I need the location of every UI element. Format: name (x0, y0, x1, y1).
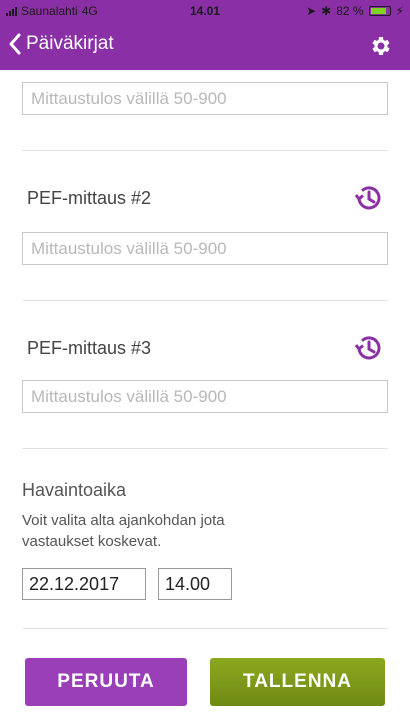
measurement-label-2: PEF-mittaus #2 (27, 188, 152, 208)
status-right: ➤ ✱ 82 % ⚡ (306, 4, 404, 18)
cancel-button[interactable]: PERUUTA (25, 658, 187, 706)
battery-percent: 82 % (336, 4, 364, 18)
chevron-left-icon (9, 33, 21, 55)
history-icon[interactable] (352, 182, 384, 214)
back-button[interactable]: Päiväkirjat (8, 32, 114, 56)
divider (22, 628, 388, 629)
location-icon: ➤ (306, 4, 317, 18)
bluetooth-icon: ✱ (321, 4, 332, 18)
gear-icon[interactable] (368, 34, 392, 58)
form-content: PEF-mittaus #2 PEF-mittaus #3 Havaintoai… (0, 70, 410, 728)
observation-title: Havaintoaika (22, 480, 127, 500)
divider (22, 448, 388, 449)
observation-description: Voit valita alta ajankohdan jota vastauk… (22, 512, 225, 550)
nav-bar: Päiväkirjat (0, 22, 410, 70)
measurement-input-3[interactable] (22, 380, 388, 413)
divider (22, 300, 388, 301)
save-button[interactable]: TALLENNA (210, 658, 385, 706)
date-input[interactable] (22, 568, 146, 600)
back-button-label: Päiväkirjat (26, 33, 114, 54)
status-bar: Saunalahti 4G 14.01 ➤ ✱ 82 % ⚡ (0, 0, 410, 22)
history-icon[interactable] (352, 332, 384, 364)
measurement-input-1[interactable] (22, 82, 388, 115)
divider (22, 150, 388, 151)
time-input[interactable] (158, 568, 232, 600)
measurement-label-3: PEF-mittaus #3 (27, 338, 152, 358)
measurement-input-2[interactable] (22, 232, 388, 265)
charging-icon: ⚡ (395, 4, 404, 18)
battery-icon (368, 6, 391, 16)
